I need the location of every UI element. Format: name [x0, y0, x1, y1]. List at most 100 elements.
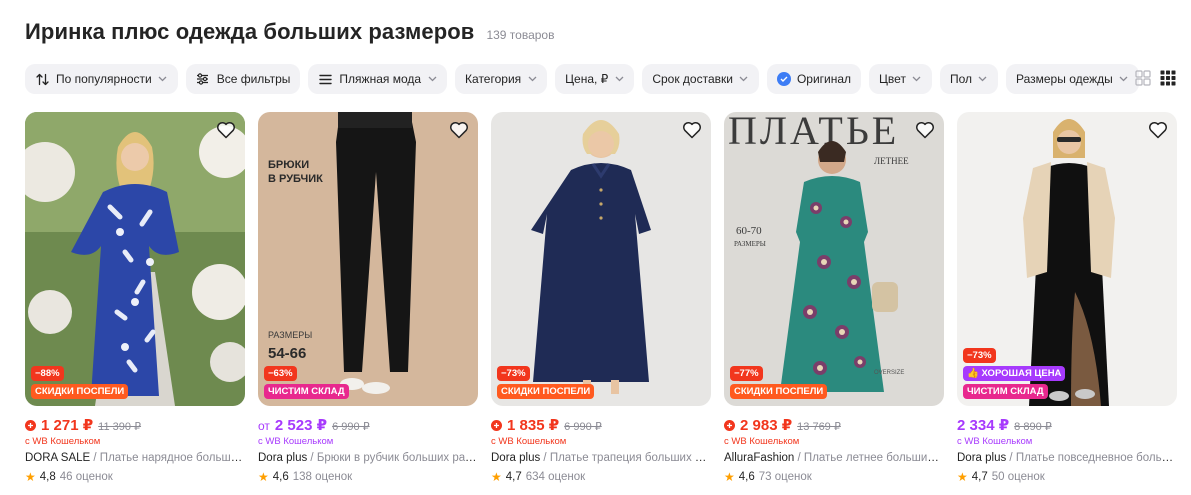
- star-icon: ★: [491, 470, 502, 484]
- category-filter[interactable]: Категория: [455, 64, 548, 94]
- product-image[interactable]: −88% СКИДКИ ПОСПЕЛИ: [25, 112, 245, 406]
- rating-value: 4,7: [505, 471, 522, 483]
- image-size-label: РАЗМЕРЫ: [268, 330, 312, 340]
- product-name[interactable]: Dora plus / Платье трапеция больших разм…: [491, 452, 711, 464]
- heart-icon[interactable]: [215, 119, 237, 141]
- delivery-time-label: Срок доставки: [652, 72, 733, 86]
- color-filter[interactable]: Цвет: [869, 64, 932, 94]
- color-label: Цвет: [879, 72, 906, 86]
- image-overlay-text: БРЮКИ: [268, 159, 309, 171]
- rating: ★ 4,6 73 оценок: [724, 470, 944, 484]
- star-icon: ★: [258, 470, 269, 484]
- review-count: 46 оценок: [59, 471, 113, 483]
- product-card[interactable]: БРЮКИ В РУБЧИК РАЗМЕРЫ 54-66 −63% ЧИСТИМ…: [258, 112, 478, 484]
- flame-icon: [724, 420, 735, 431]
- old-price: 11 390 ₽: [98, 421, 142, 433]
- rating: ★ 4,6 138 оценок: [258, 470, 478, 484]
- grid-large-icon[interactable]: [1135, 70, 1151, 86]
- price-prefix: от: [258, 419, 270, 433]
- product-image[interactable]: ПЛАТЬЕ ЛЕТНЕЕ 60-70 РАЗМЕРЫ OVERSIZE −77…: [724, 112, 944, 406]
- old-price: 8 890 ₽: [1014, 421, 1052, 433]
- product-image[interactable]: −73% 👍 ХОРОШАЯ ЦЕНА ЧИСТИМ СКЛАД: [957, 112, 1177, 406]
- check-icon: [776, 72, 791, 86]
- heart-icon[interactable]: [681, 119, 703, 141]
- chevron-down-icon: [527, 74, 537, 84]
- badges: −77% СКИДКИ ПОСПЕЛИ: [730, 366, 828, 399]
- product-grid: −88% СКИДКИ ПОСПЕЛИ 1 271 ₽ 11 390 ₽ с W…: [25, 112, 1177, 484]
- product-card[interactable]: −73% СКИДКИ ПОСПЕЛИ 1 835 ₽ 6 990 ₽ с WB…: [491, 112, 711, 484]
- price-filter-label: Цена, ₽: [565, 72, 609, 86]
- heart-icon[interactable]: [1147, 119, 1169, 141]
- wallet-note: с WB Кошельком: [25, 436, 101, 447]
- image-size-label: РАЗМЕРЫ: [734, 240, 766, 248]
- delivery-time-filter[interactable]: Срок доставки: [642, 64, 759, 94]
- clothing-size-label: Размеры одежды: [1015, 72, 1113, 86]
- sort-label: По популярности: [56, 72, 152, 86]
- price: 2 983 ₽: [740, 417, 793, 434]
- image-sizes: 54-66: [268, 345, 306, 362]
- product-card[interactable]: −88% СКИДКИ ПОСПЕЛИ 1 271 ₽ 11 390 ₽ с W…: [25, 112, 245, 484]
- brand: Dora plus: [258, 452, 308, 464]
- product-card[interactable]: −73% 👍 ХОРОШАЯ ЦЕНА ЧИСТИМ СКЛАД 2 334 ₽…: [957, 112, 1177, 484]
- product-name[interactable]: Dora plus / Платье повседневное большого…: [957, 452, 1177, 464]
- old-price: 6 990 ₽: [564, 421, 602, 433]
- chevron-down-icon: [978, 74, 988, 84]
- star-icon: ★: [957, 470, 968, 484]
- review-count: 138 оценок: [292, 471, 353, 483]
- flame-icon: [491, 420, 502, 431]
- price-row: 1 835 ₽ 6 990 ₽: [491, 416, 711, 435]
- chevron-down-icon: [614, 74, 624, 84]
- heart-icon[interactable]: [914, 119, 936, 141]
- product-image[interactable]: −73% СКИДКИ ПОСПЕЛИ: [491, 112, 711, 406]
- rating-value: 4,6: [738, 471, 755, 483]
- gender-label: Пол: [949, 72, 972, 86]
- beach-fashion-filter[interactable]: Пляжная мода: [308, 64, 448, 94]
- filters-icon: [196, 72, 210, 86]
- price-row: 2 334 ₽ 8 890 ₽: [957, 416, 1177, 435]
- discount-badge: −73%: [963, 348, 996, 363]
- sort-dropdown[interactable]: По популярности: [25, 64, 178, 94]
- good-price-label: ХОРОШАЯ ЦЕНА: [981, 368, 1062, 379]
- thumbs-up-icon: 👍: [967, 368, 982, 379]
- product-name[interactable]: AlluraFashion / Платье летнее больших ра…: [724, 452, 944, 464]
- discount-badge: −73%: [497, 366, 530, 381]
- badges: −63% ЧИСТИМ СКЛАД: [264, 366, 349, 399]
- discount-badge: −77%: [730, 366, 763, 381]
- price-row: от 2 523 ₽ 6 990 ₽: [258, 416, 478, 435]
- product-name[interactable]: Dora plus / Брюки в рубчик больших разме…: [258, 452, 478, 464]
- category-label: Категория: [465, 72, 522, 86]
- promo-badge: ЧИСТИМ СКЛАД: [264, 384, 349, 399]
- page-title: Иринка плюс одежда больших размеров: [25, 19, 475, 44]
- original-label: Оригинал: [796, 72, 852, 86]
- price-row: 2 983 ₽ 13 769 ₽: [724, 416, 944, 435]
- review-count: 73 оценок: [758, 471, 812, 483]
- promo-badge: СКИДКИ ПОСПЕЛИ: [730, 384, 828, 399]
- promo-badge: СКИДКИ ПОСПЕЛИ: [31, 384, 129, 399]
- original-filter[interactable]: Оригинал: [766, 64, 862, 94]
- product-count: 139 товаров: [486, 28, 555, 42]
- chevron-down-icon: [1119, 74, 1129, 84]
- review-count: 50 оценок: [991, 471, 1045, 483]
- badges: −73% СКИДКИ ПОСПЕЛИ: [497, 366, 595, 399]
- brand: Dora plus: [491, 452, 541, 464]
- star-icon: ★: [724, 470, 735, 484]
- product-name[interactable]: DORA SALE / Платье нарядное большого раз…: [25, 452, 245, 464]
- product-card[interactable]: ПЛАТЬЕ ЛЕТНЕЕ 60-70 РАЗМЕРЫ OVERSIZE −77…: [724, 112, 944, 484]
- chevron-down-icon: [739, 74, 749, 84]
- all-filters-button[interactable]: Все фильтры: [185, 64, 301, 94]
- rating: ★ 4,7 634 оценок: [491, 470, 711, 484]
- rating-value: 4,8: [39, 471, 56, 483]
- good-price-badge: 👍 ХОРОШАЯ ЦЕНА: [963, 366, 1066, 381]
- heart-icon[interactable]: [448, 119, 470, 141]
- product-image[interactable]: БРЮКИ В РУБЧИК РАЗМЕРЫ 54-66 −63% ЧИСТИМ…: [258, 112, 478, 406]
- image-caption: OVERSIZE: [874, 370, 904, 376]
- badges: −73% 👍 ХОРОШАЯ ЦЕНА ЧИСТИМ СКЛАД: [963, 348, 1066, 399]
- clothing-size-filter[interactable]: Размеры одежды: [1005, 64, 1139, 94]
- price-filter[interactable]: Цена, ₽: [555, 64, 635, 94]
- gender-filter[interactable]: Пол: [939, 64, 998, 94]
- rating-value: 4,7: [971, 471, 988, 483]
- price: 2 334 ₽: [957, 417, 1010, 434]
- grid-small-icon[interactable]: [1160, 70, 1176, 86]
- wallet-note: с WB Кошельком: [957, 436, 1033, 447]
- rating-value: 4,6: [272, 471, 289, 483]
